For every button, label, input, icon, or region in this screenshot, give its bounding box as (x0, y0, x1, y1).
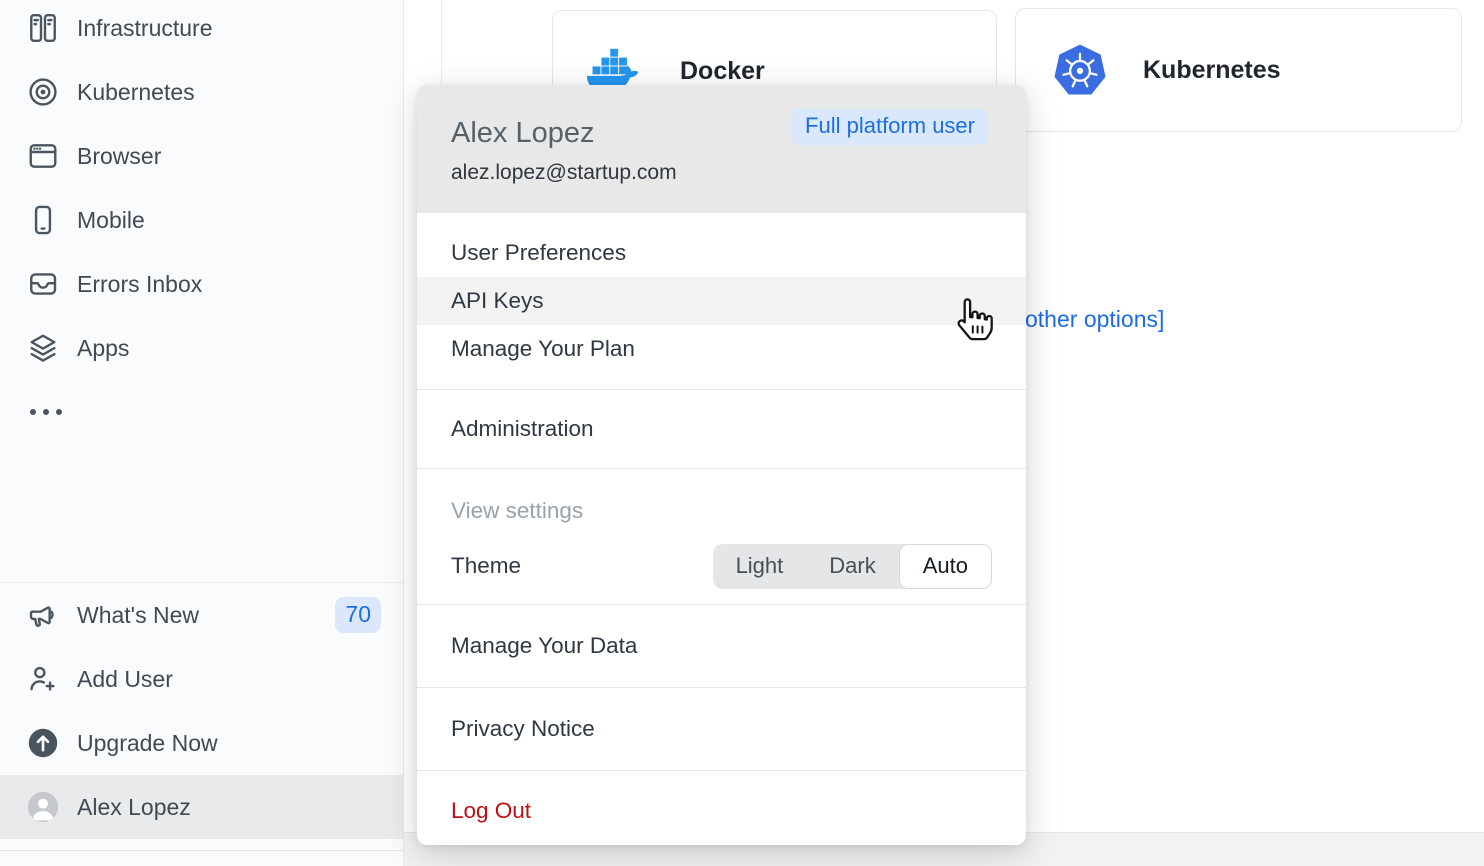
sidebar-item-label: Alex Lopez (77, 794, 191, 821)
errors-inbox-icon (26, 267, 60, 301)
sidebar-item-infrastructure[interactable]: Infrastructure (0, 0, 403, 60)
sidebar-item-label: Errors Inbox (77, 271, 202, 298)
other-options-link[interactable]: other options] (1025, 306, 1164, 333)
mobile-icon (26, 203, 60, 237)
sidebar-bottom-strip (0, 850, 403, 866)
view-settings-label: View settings (417, 497, 1026, 524)
infrastructure-icon (26, 11, 60, 45)
sidebar-item-label: Add User (77, 666, 173, 693)
menu-item-user-preferences[interactable]: User Preferences (417, 229, 1026, 277)
menu-item-manage-your-data[interactable]: Manage Your Data (417, 622, 1026, 670)
dropdown-section-logout: Log Out (417, 770, 1026, 850)
sidebar-item-apps[interactable]: Apps (0, 316, 403, 380)
theme-row: Theme Light Dark Auto (417, 542, 1026, 590)
sidebar-item-upgrade-now[interactable]: Upgrade Now (0, 711, 403, 775)
menu-item-manage-your-plan[interactable]: Manage Your Plan (417, 325, 1026, 373)
apps-icon (26, 331, 60, 365)
theme-segmented-control: Light Dark Auto (713, 544, 992, 589)
sidebar-item-mobile[interactable]: Mobile (0, 188, 403, 252)
sidebar-item-label: What's New (77, 602, 199, 629)
sidebar-item-current-user[interactable]: Alex Lopez (0, 775, 403, 839)
dropdown-section-account: User Preferences API Keys Manage Your Pl… (417, 213, 1026, 389)
sidebar-item-browser[interactable]: Browser (0, 124, 403, 188)
sidebar-item-label: Kubernetes (77, 79, 195, 106)
sidebar-item-label: Browser (77, 143, 161, 170)
theme-label: Theme (451, 553, 521, 579)
menu-item-administration[interactable]: Administration (417, 405, 1026, 453)
dropdown-section-view-settings: View settings Theme Light Dark Auto (417, 468, 1026, 604)
app-window: Docker (0, 0, 1484, 866)
user-email: alez.lopez@startup.com (451, 161, 677, 185)
menu-item-log-out[interactable]: Log Out (417, 787, 1026, 835)
sidebar-item-label: Infrastructure (77, 15, 213, 42)
docker-card-title: Docker (680, 57, 765, 86)
sidebar-more-ellipsis-icon[interactable] (0, 380, 403, 444)
avatar (26, 790, 60, 824)
user-role-badge: Full platform user (792, 109, 988, 145)
sidebar-item-kubernetes[interactable]: Kubernetes (0, 60, 403, 124)
kubernetes-icon (26, 75, 60, 109)
sidebar-item-whats-new[interactable]: What's New 70 (0, 583, 403, 647)
sidebar-item-add-user[interactable]: Add User (0, 647, 403, 711)
menu-item-api-keys[interactable]: API Keys (417, 277, 1026, 325)
sidebar: Infrastructure Kubernetes Browser Mobile (0, 0, 404, 866)
kubernetes-card-title: Kubernetes (1143, 56, 1281, 85)
dropdown-section-admin: Administration (417, 389, 1026, 468)
sidebar-nav: Infrastructure Kubernetes Browser Mobile (0, 0, 403, 444)
sidebar-item-label: Apps (77, 335, 129, 362)
megaphone-icon (26, 598, 60, 632)
upgrade-circle-icon (26, 726, 60, 760)
user-name: Alex Lopez (451, 117, 595, 150)
theme-option-auto[interactable]: Auto (899, 544, 992, 589)
theme-option-light[interactable]: Light (713, 544, 807, 589)
theme-option-dark[interactable]: Dark (806, 544, 898, 589)
whats-new-count-badge: 70 (335, 597, 381, 633)
sidebar-item-label: Upgrade Now (77, 730, 218, 757)
kubernetes-logo (1049, 41, 1111, 99)
sidebar-footer: What's New 70 Add User Upgrade Now (0, 582, 403, 839)
browser-icon (26, 139, 60, 173)
sidebar-item-label: Mobile (77, 207, 145, 234)
dropdown-user-header: Alex Lopez alez.lopez@startup.com Full p… (417, 85, 1026, 213)
user-dropdown-menu: Alex Lopez alez.lopez@startup.com Full p… (417, 85, 1026, 845)
dropdown-section-privacy: Privacy Notice (417, 687, 1026, 770)
menu-item-privacy-notice[interactable]: Privacy Notice (417, 705, 1026, 753)
add-user-icon (26, 662, 60, 696)
kubernetes-card[interactable]: Kubernetes (1015, 8, 1462, 132)
dropdown-section-data: Manage Your Data (417, 604, 1026, 687)
sidebar-item-errors-inbox[interactable]: Errors Inbox (0, 252, 403, 316)
